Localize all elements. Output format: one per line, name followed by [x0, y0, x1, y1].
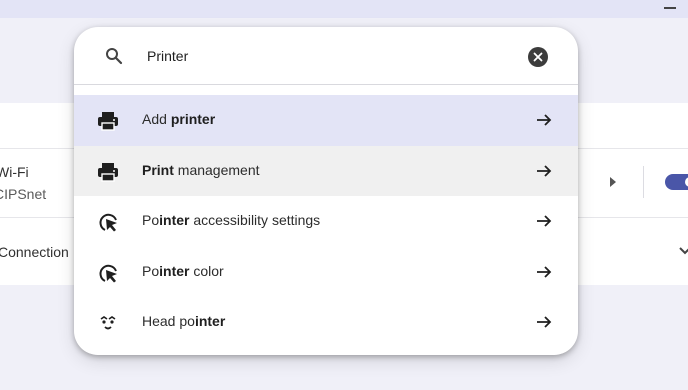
connection-label: Connection: [0, 244, 69, 260]
wifi-toggle[interactable]: [665, 174, 688, 190]
pointer-icon: [99, 264, 117, 282]
arrow-right-icon: [537, 215, 552, 227]
printer-icon: [98, 162, 118, 182]
head-pointer-icon: [100, 316, 116, 330]
arrow-right-icon: [537, 114, 552, 126]
search-dialog: Add printer Print management Pointer a: [74, 27, 578, 355]
result-label: Pointer accessibility settings: [142, 212, 321, 228]
pointer-icon: [99, 213, 117, 232]
divider: [643, 166, 644, 198]
close-icon: [533, 52, 543, 62]
search-input[interactable]: [147, 47, 507, 65]
result-add-printer[interactable]: Add printer: [74, 95, 578, 146]
result-pointer-color[interactable]: Pointer color: [74, 247, 578, 298]
search-icon: [106, 48, 123, 65]
result-label: Print management: [142, 161, 260, 178]
result-head-pointer[interactable]: Head pointer: [74, 297, 578, 348]
result-label: Add printer: [142, 111, 216, 127]
arrow-right-icon: [537, 316, 552, 328]
result-label: Pointer color: [142, 262, 224, 279]
window-title-bar: [0, 0, 688, 18]
result-label: Head pointer: [142, 313, 226, 329]
result-print-management[interactable]: Print management: [74, 145, 578, 196]
search-bar: [74, 27, 578, 85]
arrow-right-icon: [537, 164, 552, 177]
search-results-list: Add printer Print management Pointer acc…: [74, 95, 578, 348]
wifi-network-name: CIPSnet: [0, 186, 47, 202]
chevron-down-icon[interactable]: [678, 246, 688, 256]
minimize-icon[interactable]: [664, 7, 676, 9]
clear-search-button[interactable]: [528, 47, 548, 67]
printer-icon: [98, 112, 118, 131]
subpage-arrow-icon[interactable]: [610, 177, 616, 187]
result-pointer-accessibility-settings[interactable]: Pointer accessibility settings: [74, 196, 578, 247]
wifi-title: Wi-Fi: [0, 164, 29, 180]
arrow-right-icon: [537, 265, 552, 278]
